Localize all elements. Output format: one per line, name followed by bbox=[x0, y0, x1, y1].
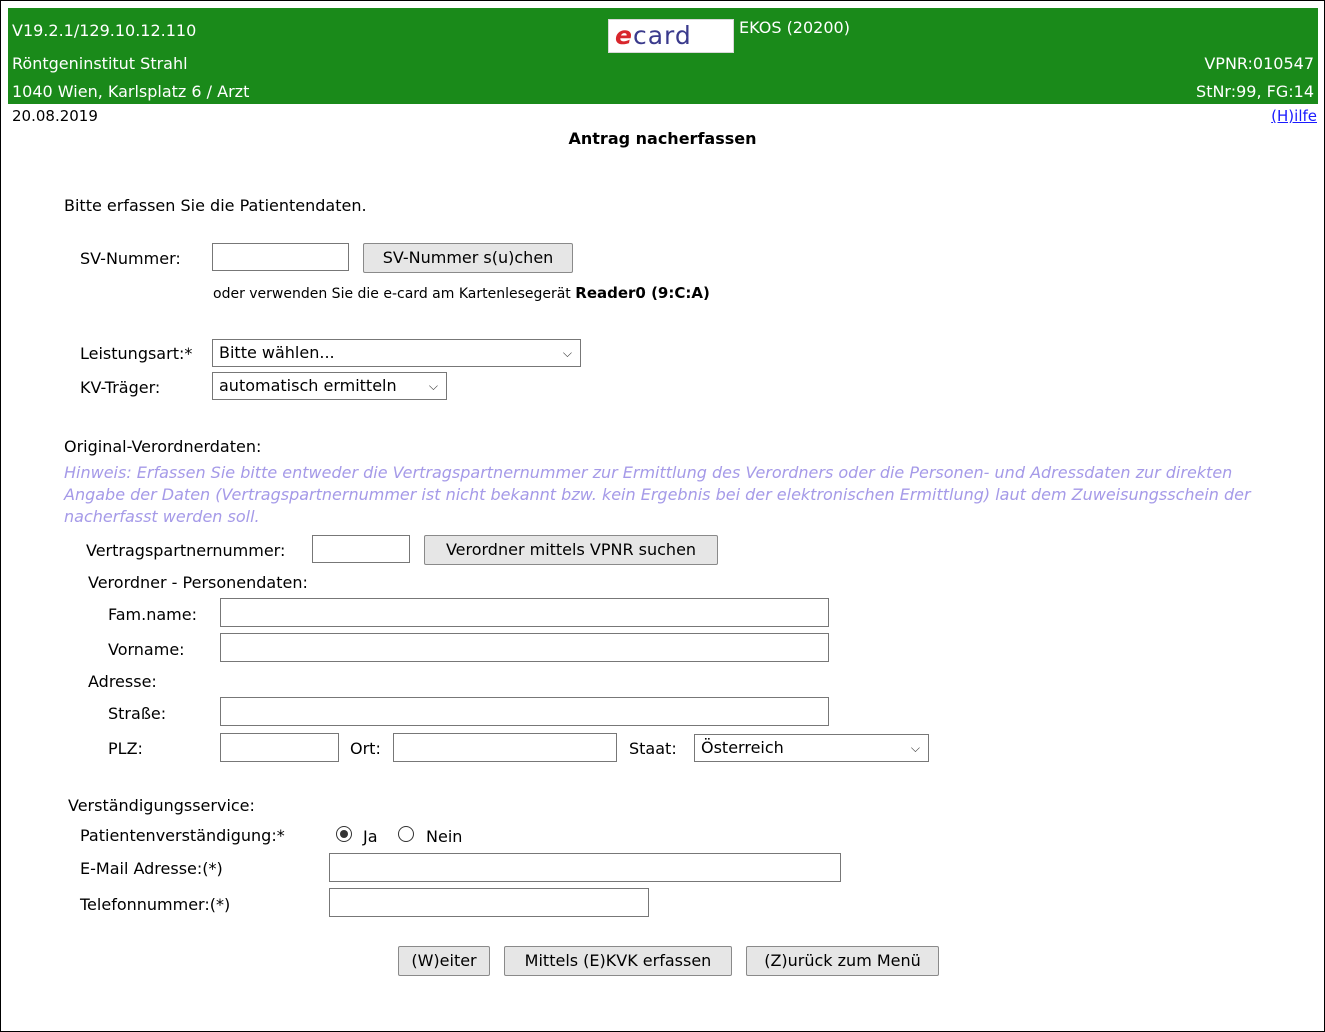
vorname-input[interactable] bbox=[220, 633, 829, 662]
phone-label: Telefonnummer:(*) bbox=[80, 895, 231, 914]
vorname-label: Vorname: bbox=[108, 640, 185, 659]
sv-number-label: SV-Nummer: bbox=[80, 249, 181, 268]
email-label: E-Mail Adresse:(*) bbox=[80, 859, 223, 878]
strasse-label: Straße: bbox=[108, 704, 167, 723]
institute-address: 1040 Wien, Karlsplatz 6 / Arzt bbox=[12, 82, 250, 101]
verordner-section-label: Original-Verordnerdaten: bbox=[64, 437, 262, 456]
leistungsart-label: Leistungsart:* bbox=[80, 344, 193, 363]
sv-number-input[interactable] bbox=[212, 243, 349, 271]
card-reader-name: Reader0 (9:C:A) bbox=[575, 284, 710, 302]
notify-yes-radio[interactable] bbox=[336, 826, 352, 842]
institute-name: Röntgeninstitut Strahl bbox=[12, 54, 188, 73]
chevron-down-icon: ⌵ bbox=[910, 741, 920, 755]
phone-input[interactable] bbox=[329, 888, 649, 917]
app-header: V19.2.1/129.10.12.110 ecard EKOS (20200)… bbox=[8, 8, 1318, 104]
staat-label: Staat: bbox=[629, 739, 677, 758]
famname-label: Fam.name: bbox=[108, 605, 197, 624]
leistungsart-select[interactable]: Bitte wählen... ⌵ bbox=[212, 339, 581, 367]
page-title: Antrag nacherfassen bbox=[568, 129, 757, 148]
version-label: V19.2.1/129.10.12.110 bbox=[12, 21, 197, 40]
chevron-down-icon: ⌵ bbox=[562, 346, 572, 360]
current-date: 20.08.2019 bbox=[12, 107, 98, 125]
plz-input[interactable] bbox=[220, 733, 339, 762]
notify-no-radio[interactable] bbox=[398, 826, 414, 842]
chevron-down-icon: ⌵ bbox=[428, 379, 438, 393]
card-reader-hint: oder verwenden Sie die e-card am Kartenl… bbox=[213, 284, 710, 302]
vpnr-label: VPNR:010547 bbox=[1204, 54, 1314, 73]
station-label: StNr:99, FG:14 bbox=[1196, 82, 1314, 101]
back-to-menu-button[interactable]: (Z)urück zum Menü bbox=[746, 946, 939, 976]
ecard-logo: ecard bbox=[608, 19, 734, 53]
help-link[interactable]: (H)ilfe bbox=[1271, 107, 1317, 125]
intro-text: Bitte erfassen Sie die Patientendaten. bbox=[64, 196, 367, 215]
ekvk-button[interactable]: Mittels (E)KVK erfassen bbox=[504, 946, 732, 976]
next-button[interactable]: (W)eiter bbox=[398, 946, 490, 976]
vpnr-search-button[interactable]: Verordner mittels VPNR suchen bbox=[424, 535, 718, 565]
kv-traeger-select[interactable]: automatisch ermitteln ⌵ bbox=[212, 372, 447, 400]
person-data-label: Verordner - Personendaten: bbox=[88, 573, 308, 592]
notify-yes-label: Ja bbox=[363, 827, 378, 846]
email-input[interactable] bbox=[329, 853, 841, 882]
strasse-input[interactable] bbox=[220, 697, 829, 726]
system-label: EKOS (20200) bbox=[739, 18, 850, 37]
notify-no-label: Nein bbox=[426, 827, 463, 846]
vpnr-input-label: Vertragspartnernummer: bbox=[86, 541, 286, 560]
sv-search-button[interactable]: SV-Nummer s(u)chen bbox=[363, 243, 573, 273]
ort-label: Ort: bbox=[350, 739, 381, 758]
vpnr-input[interactable] bbox=[312, 535, 410, 563]
kv-traeger-label: KV-Träger: bbox=[80, 378, 161, 397]
staat-select[interactable]: Österreich ⌵ bbox=[694, 734, 929, 762]
famname-input[interactable] bbox=[220, 598, 829, 627]
address-label: Adresse: bbox=[88, 672, 157, 691]
plz-label: PLZ: bbox=[108, 739, 143, 758]
service-section-label: Verständigungsservice: bbox=[68, 796, 255, 815]
verordner-hint: Hinweis: Erfassen Sie bitte entweder die… bbox=[64, 463, 1251, 526]
ort-input[interactable] bbox=[393, 733, 617, 762]
notify-label: Patientenverständigung:* bbox=[80, 826, 285, 845]
